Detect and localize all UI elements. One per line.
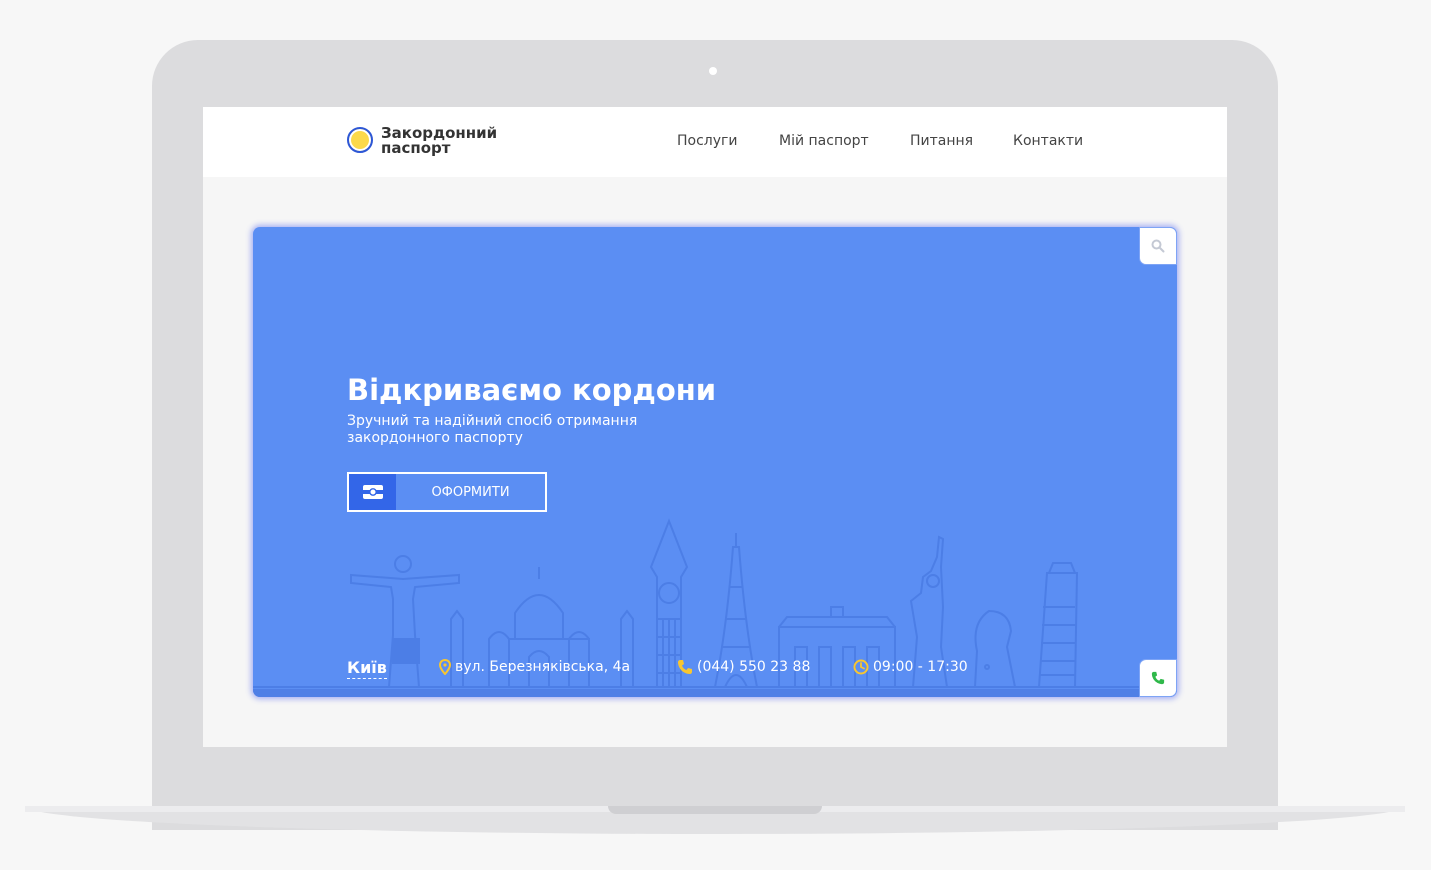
- hours-info: 09:00 - 17:30: [853, 659, 968, 675]
- logo-line-2: паспорт: [381, 139, 451, 157]
- phone-icon: [678, 660, 692, 674]
- search-button[interactable]: [1139, 227, 1177, 265]
- phone-icon: [1151, 671, 1165, 685]
- logo-text: Закордонний паспорт: [381, 126, 497, 156]
- hero-subtitle: Зручний та надійний спосіб отримання зак…: [347, 413, 638, 446]
- hero-bottom-strip: [253, 689, 1177, 697]
- passport-icon: [362, 485, 383, 499]
- city-selector[interactable]: Київ: [347, 658, 387, 679]
- nav-item-services[interactable]: Послуги: [677, 133, 737, 149]
- map-pin-icon: [439, 659, 451, 675]
- hero-title: Відкриваємо кордони: [347, 373, 717, 407]
- nav-item-contacts[interactable]: Контакти: [1013, 133, 1083, 149]
- phone-text: (044) 550 23 88: [697, 659, 811, 675]
- website-screen: Закордонний паспорт Послуги Мій паспорт …: [203, 107, 1227, 747]
- hero-banner: Відкриваємо кордони Зручний та надійний …: [253, 227, 1177, 697]
- address-text: вул. Березняківська, 4а: [455, 659, 631, 675]
- address-info: вул. Березняківська, 4а: [439, 659, 630, 675]
- laptop-camera: [709, 67, 717, 75]
- navbar: Закордонний паспорт Послуги Мій паспорт …: [203, 107, 1227, 177]
- apply-button-label: ОФОРМИТИ: [431, 484, 510, 500]
- nav-item-questions[interactable]: Питання: [910, 133, 973, 149]
- hours-text: 09:00 - 17:30: [873, 659, 968, 675]
- passport-icon-box: [349, 474, 396, 510]
- nav-item-my-passport[interactable]: Мій паспорт: [779, 133, 869, 149]
- laptop-hinge: [608, 806, 822, 814]
- logo-icon: [347, 127, 373, 153]
- apply-button[interactable]: ОФОРМИТИ: [347, 472, 547, 512]
- call-button[interactable]: [1139, 659, 1177, 697]
- landmarks-skyline-illustration: [253, 518, 1177, 688]
- search-icon: [1151, 239, 1165, 253]
- clock-icon: [853, 659, 869, 675]
- phone-info[interactable]: (044) 550 23 88: [677, 659, 810, 675]
